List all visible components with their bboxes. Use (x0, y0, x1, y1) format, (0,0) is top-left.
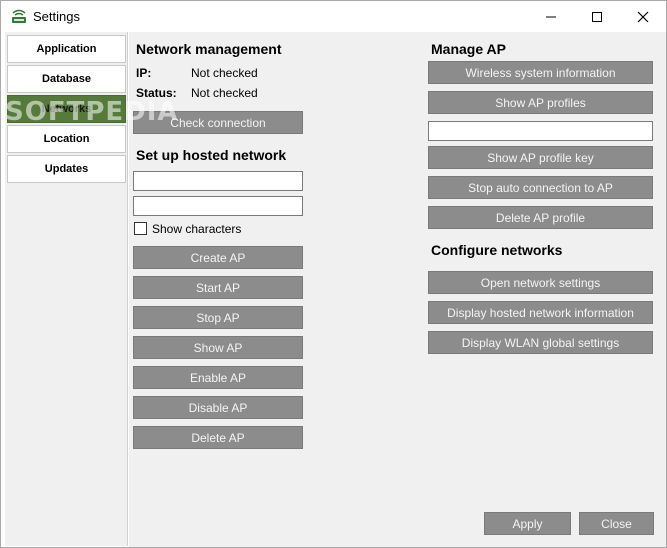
tab-networks[interactable]: Networks (7, 95, 126, 123)
enable-ap-button[interactable]: Enable AP (133, 366, 303, 389)
configure-networks-heading: Configure networks (431, 242, 563, 258)
close-dialog-button[interactable]: Close (579, 512, 654, 535)
minimize-icon (546, 16, 556, 17)
hosted-network-heading: Set up hosted network (136, 147, 287, 163)
close-button[interactable] (620, 1, 666, 32)
wlan-global-settings-button[interactable]: Display WLAN global settings (428, 331, 653, 354)
tab-database[interactable]: Database (7, 65, 126, 93)
apply-button[interactable]: Apply (484, 512, 571, 535)
check-connection-button[interactable]: Check connection (133, 111, 303, 134)
wireless-info-button[interactable]: Wireless system information (428, 61, 653, 84)
start-ap-button[interactable]: Start AP (133, 276, 303, 299)
ip-value: Not checked (191, 66, 258, 80)
status-label: Status: (136, 86, 177, 100)
open-network-settings-button[interactable]: Open network settings (428, 271, 653, 294)
manage-ap-heading: Manage AP (431, 41, 506, 57)
create-ap-button[interactable]: Create AP (133, 246, 303, 269)
minimize-button[interactable] (528, 1, 574, 32)
hosted-network-info-button[interactable]: Display hosted network information (428, 301, 653, 324)
maximize-icon (592, 11, 602, 22)
app-icon (11, 8, 27, 25)
window-title: Settings (33, 9, 80, 24)
settings-window: Settings Application Database Networks L… (0, 0, 667, 548)
disable-ap-button[interactable]: Disable AP (133, 396, 303, 419)
delete-ap-profile-button[interactable]: Delete AP profile (428, 206, 653, 229)
show-ap-button[interactable]: Show AP (133, 336, 303, 359)
close-icon (637, 11, 649, 22)
ssid-input[interactable] (133, 171, 303, 191)
sidebar: Application Database Networks Location U… (5, 32, 128, 546)
ap-profile-input[interactable] (428, 121, 653, 141)
tab-location[interactable]: Location (7, 125, 126, 153)
password-input[interactable] (133, 196, 303, 216)
networks-panel: Network management IP: Not checked Statu… (129, 32, 666, 547)
show-ap-profiles-button[interactable]: Show AP profiles (428, 91, 653, 114)
title-bar[interactable]: Settings (1, 1, 666, 32)
show-characters-checkbox[interactable] (134, 222, 147, 235)
delete-ap-button[interactable]: Delete AP (133, 426, 303, 449)
network-management-heading: Network management (136, 41, 282, 57)
show-ap-profile-key-button[interactable]: Show AP profile key (428, 146, 653, 169)
stop-auto-connection-button[interactable]: Stop auto connection to AP (428, 176, 653, 199)
stop-ap-button[interactable]: Stop AP (133, 306, 303, 329)
status-value: Not checked (191, 86, 258, 100)
ip-label: IP: (136, 66, 152, 80)
tab-updates[interactable]: Updates (7, 155, 126, 183)
tab-application[interactable]: Application (7, 35, 126, 63)
show-characters-label: Show characters (152, 222, 242, 236)
maximize-button[interactable] (574, 1, 620, 32)
